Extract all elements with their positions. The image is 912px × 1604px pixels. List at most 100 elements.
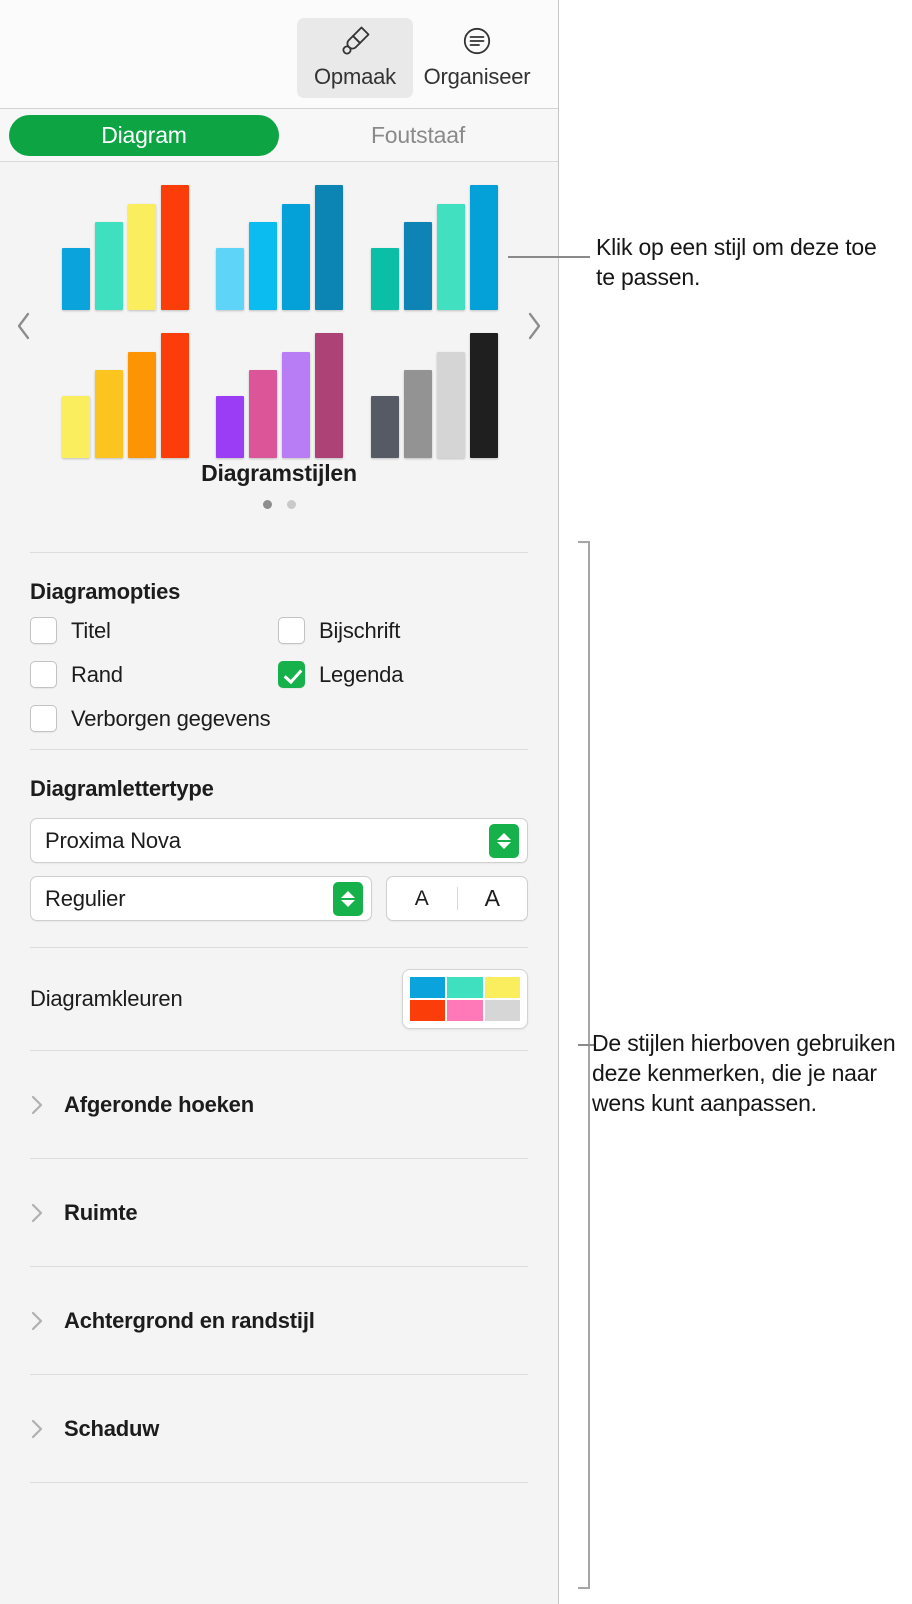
chart-style-thumbnail[interactable]	[48, 176, 203, 318]
checkbox[interactable]	[278, 617, 305, 644]
chart-option-legenda[interactable]: Legenda	[278, 661, 403, 688]
disclosure-label: Achtergrond en randstijl	[64, 1307, 315, 1333]
chart-options-grid: Titel Bijschrift Rand Legenda Verborgen gege…	[30, 617, 528, 749]
chart-style-bar	[282, 204, 311, 310]
chart-font-title: Diagramlettertype	[30, 776, 214, 801]
disclosure-row-achtergrond-en-randstijl[interactable]: Achtergrond en randstijl	[0, 1267, 558, 1374]
chevron-right-icon[interactable]	[30, 1418, 44, 1440]
chevron-left-icon[interactable]	[8, 305, 40, 347]
chart-style-bar	[315, 333, 344, 458]
chart-option-rand[interactable]: Rand	[30, 661, 123, 688]
font-style-popup[interactable]: Regulier	[30, 876, 372, 921]
font-style-value: Regulier	[45, 885, 126, 911]
color-swatch	[410, 1000, 446, 1021]
disclosure-row-ruimte[interactable]: Ruimte	[0, 1159, 558, 1266]
chart-option-label: Verborgen gegevens	[71, 705, 271, 731]
chart-style-thumbnail[interactable]	[357, 324, 512, 466]
chart-option-bijschrift[interactable]: Bijschrift	[278, 617, 400, 644]
chart-style-bar	[437, 352, 466, 458]
chart-style-bar	[470, 333, 499, 458]
format-inspector-panel: Opmaak Organiseer Diagram Foutstaaf Diag…	[0, 0, 559, 1604]
color-swatch	[410, 977, 446, 998]
tab-foutstaaf[interactable]: Foutstaaf	[283, 115, 553, 156]
checkbox[interactable]	[30, 705, 57, 732]
disclosure-row-schaduw[interactable]: Schaduw	[0, 1375, 558, 1482]
color-swatch	[484, 977, 520, 998]
style-page-dot[interactable]	[262, 500, 272, 509]
chart-style-bar	[160, 185, 189, 310]
chart-style-picker-title: Diagramstijlen	[201, 460, 357, 486]
callout-text-1: Klik op een stijl om deze toe te passen.	[596, 234, 877, 290]
chart-style-bar	[127, 352, 156, 458]
chart-style-bar	[94, 370, 123, 458]
chart-option-titel[interactable]: Titel	[30, 617, 111, 644]
color-swatch	[484, 1000, 520, 1021]
chart-font-section: Diagramlettertype Proxima Nova Regulier …	[0, 750, 558, 921]
checkbox[interactable]	[30, 617, 57, 644]
chart-style-bar	[404, 222, 433, 310]
checkbox[interactable]	[278, 661, 305, 688]
chart-option-verborgen-gegevens[interactable]: Verborgen gegevens	[30, 705, 271, 732]
screenshot-root: Opmaak Organiseer Diagram Foutstaaf Diag…	[0, 0, 912, 1604]
tab-diagram-label: Diagram	[101, 122, 187, 148]
chevron-updown-icon[interactable]	[333, 881, 363, 916]
disclosure-label: Ruimte	[64, 1199, 138, 1225]
chart-style-thumbnail[interactable]	[203, 176, 358, 318]
chart-style-bar	[404, 370, 433, 458]
style-page-dot[interactable]	[286, 500, 296, 509]
chart-style-bar	[127, 204, 156, 310]
chart-style-thumbnail[interactable]	[357, 176, 512, 318]
chart-style-grid	[48, 176, 512, 466]
tab-diagram[interactable]: Diagram	[9, 115, 279, 156]
chart-style-bar	[282, 352, 311, 458]
chart-style-bar	[371, 396, 400, 458]
chart-style-bar	[94, 222, 123, 310]
increase-font-size-button[interactable]: A	[458, 877, 528, 920]
callout-bracket	[578, 541, 590, 1589]
chart-style-bar	[160, 333, 189, 458]
chart-style-bar	[216, 248, 245, 310]
chart-option-label: Legenda	[319, 661, 404, 687]
disclosure-label: Schaduw	[64, 1415, 160, 1441]
divider	[30, 1482, 528, 1483]
font-size-buttons: A A	[386, 876, 528, 921]
chart-style-bar	[315, 185, 344, 310]
chart-colors-swatch-button[interactable]	[402, 969, 528, 1029]
chart-colors-section: Diagramkleuren	[0, 948, 558, 1050]
chart-style-bar	[249, 222, 278, 310]
chart-style-thumbnail[interactable]	[203, 324, 358, 466]
font-style-row: Regulier A A	[30, 876, 528, 921]
checkbox[interactable]	[30, 661, 57, 688]
disclosure-row-afgeronde-hoeken[interactable]: Afgeronde hoeken	[0, 1051, 558, 1158]
chart-options-section: Diagramopties Titel Bijschrift Rand Legenda…	[0, 553, 558, 749]
color-swatch	[447, 1000, 483, 1021]
chevron-right-icon[interactable]	[30, 1094, 44, 1116]
chart-style-thumbnail[interactable]	[48, 324, 203, 466]
chevron-right-icon[interactable]	[30, 1310, 44, 1332]
toolbar-button-organiseer[interactable]: Organiseer	[419, 18, 535, 98]
chart-style-bar	[437, 204, 466, 310]
chart-option-label: Bijschrift	[319, 617, 401, 643]
chart-option-label: Titel	[71, 617, 111, 643]
toolbar: Opmaak Organiseer	[0, 0, 558, 109]
toolbar-button-opmaak[interactable]: Opmaak	[297, 18, 413, 98]
chart-colors-label: Diagramkleuren	[30, 986, 183, 1011]
callout-leader-line-1	[508, 256, 590, 258]
chevron-right-icon[interactable]	[518, 305, 550, 347]
font-family-popup[interactable]: Proxima Nova	[30, 818, 528, 863]
chevron-updown-icon[interactable]	[489, 823, 519, 858]
chart-style-picker: Diagramstijlen	[0, 162, 558, 552]
chart-colors-row: Diagramkleuren	[30, 948, 528, 1050]
disclosure-sections: Afgeronde hoeken Ruimte Achtergrond en ran…	[0, 1051, 558, 1483]
organize-icon	[458, 18, 496, 64]
disclosure-label: Afgeronde hoeken	[64, 1091, 254, 1117]
chevron-right-icon[interactable]	[30, 1202, 44, 1224]
toolbar-button-opmaak-label: Opmaak	[314, 64, 396, 89]
style-page-dots[interactable]	[0, 500, 558, 509]
chart-style-bar	[61, 396, 90, 458]
chart-style-bar	[216, 396, 245, 458]
tab-bar: Diagram Foutstaaf	[0, 109, 558, 162]
decrease-font-size-button[interactable]: A	[387, 877, 457, 920]
chart-style-bar	[470, 185, 499, 310]
chart-style-bar	[61, 248, 90, 310]
